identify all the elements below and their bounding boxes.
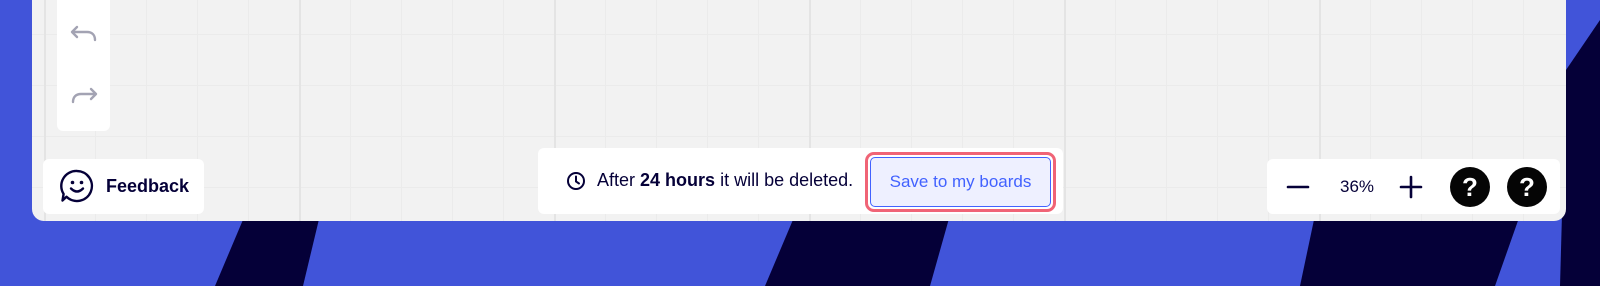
notice-text-after: it will be deleted. xyxy=(720,170,854,190)
help-button[interactable]: ? xyxy=(1450,167,1490,207)
help-button[interactable]: ? xyxy=(1507,167,1547,207)
plus-icon xyxy=(1399,175,1423,199)
feedback-button[interactable]: Feedback xyxy=(43,159,204,214)
zoom-out-button[interactable] xyxy=(1284,173,1312,201)
deletion-notice-text: After 24 hours it will be deleted. xyxy=(597,170,853,191)
clock-icon xyxy=(567,172,585,190)
minus-icon xyxy=(1286,185,1310,189)
notice-text-bold: 24 hours xyxy=(640,170,716,190)
redo-icon xyxy=(71,87,97,104)
save-to-my-boards-button[interactable]: Save to my boards xyxy=(870,157,1051,207)
feedback-label: Feedback xyxy=(106,176,190,196)
undo-icon xyxy=(70,25,96,42)
background-stripe xyxy=(765,215,950,286)
notice-text-before: After xyxy=(597,170,636,190)
zoom-level[interactable]: 36% xyxy=(1332,177,1382,197)
background-stripe xyxy=(1300,215,1520,286)
undo-button[interactable] xyxy=(57,14,110,54)
background-stripe xyxy=(215,215,320,286)
smiley-chat-icon xyxy=(60,169,94,203)
redo-button[interactable] xyxy=(57,76,110,116)
background-stripe xyxy=(1560,20,1600,286)
zoom-in-button[interactable] xyxy=(1397,173,1425,201)
zoom-controls: 36% ? ? xyxy=(1267,159,1560,214)
undo-redo-panel xyxy=(57,0,110,131)
